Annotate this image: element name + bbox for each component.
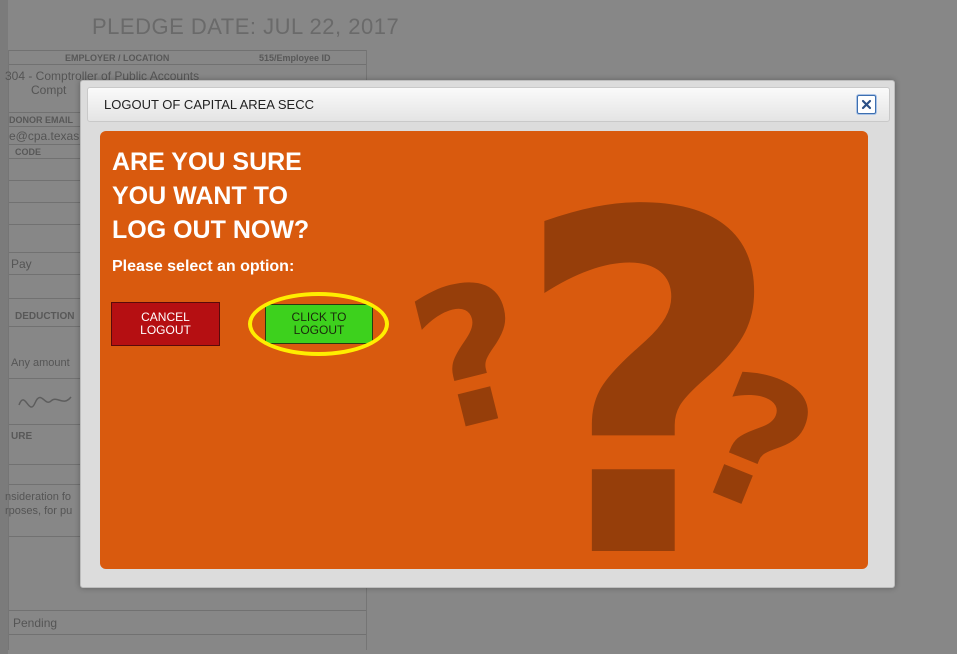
close-button[interactable] <box>857 95 876 114</box>
headline-line: ARE YOU SURE <box>112 148 302 176</box>
cancel-button-label: LOGOUT <box>140 323 191 337</box>
dialog-header: LOGOUT OF CAPITAL AREA SECC <box>87 87 890 122</box>
logout-dialog: LOGOUT OF CAPITAL AREA SECC ? ? ? ARE YO… <box>80 80 895 588</box>
confirm-logout-button[interactable]: CLICK TO LOGOUT <box>265 304 373 344</box>
headline-line: LOG OUT NOW? <box>112 216 310 244</box>
logout-prompt-panel: ? ? ? ARE YOU SURE YOU WANT TO LOG OUT N… <box>100 131 868 569</box>
close-icon <box>861 99 872 110</box>
headline-line: YOU WANT TO <box>112 182 288 210</box>
dialog-title: LOGOUT OF CAPITAL AREA SECC <box>104 97 314 112</box>
logout-question-heading: ARE YOU SURE YOU WANT TO LOG OUT NOW? <box>112 145 412 247</box>
option-prompt: Please select an option: <box>112 258 295 275</box>
logout-button-label: LOGOUT <box>293 323 345 337</box>
cancel-logout-button[interactable]: CANCEL LOGOUT <box>111 302 220 346</box>
